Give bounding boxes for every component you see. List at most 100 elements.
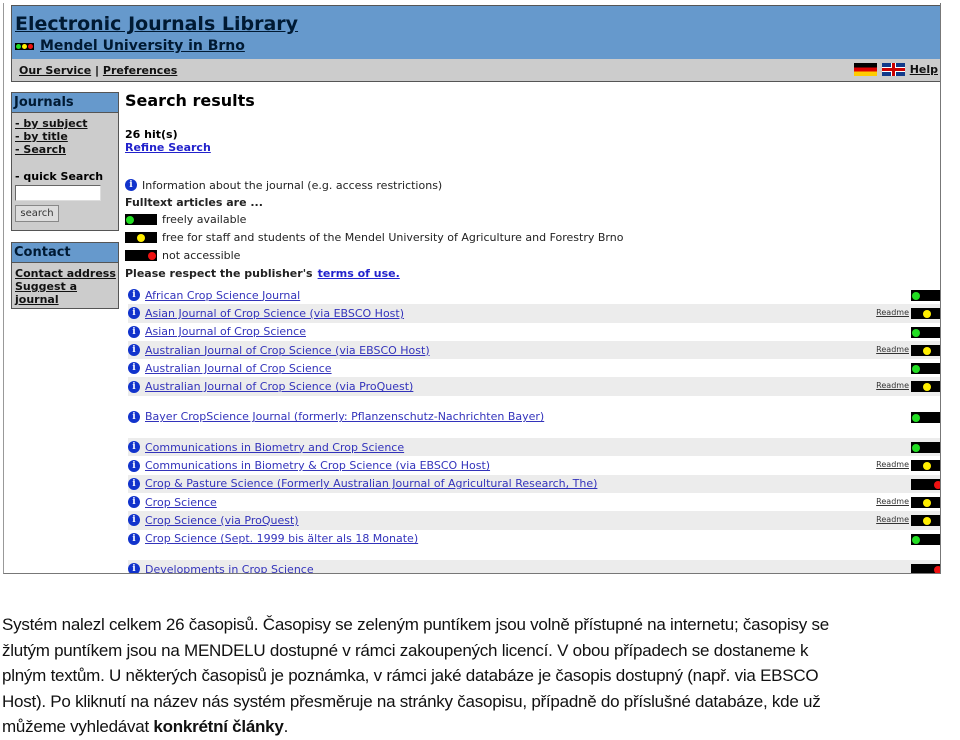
contact-title: Contact	[12, 243, 118, 263]
legend-yellow-label: free for staff and students of the Mende…	[162, 230, 624, 244]
green-light-icon	[125, 213, 157, 225]
info-icon[interactable]: i	[128, 563, 140, 573]
contact-box: Contact Contact address Suggest a journa…	[11, 242, 119, 309]
info-icon[interactable]: i	[128, 380, 140, 393]
red-light-icon	[911, 563, 940, 573]
terms-of-use-link[interactable]: terms of use.	[318, 267, 400, 280]
readme-link[interactable]: Readme	[876, 515, 909, 524]
by-subject-link[interactable]: - by subject	[12, 117, 118, 130]
info-icon[interactable]: i	[128, 477, 140, 490]
readme-link[interactable]: Readme	[876, 381, 909, 390]
info-icon[interactable]: i	[128, 362, 140, 375]
info-icon[interactable]: i	[128, 496, 140, 509]
result-row: i Crop Science Readme	[128, 493, 940, 511]
journal-link[interactable]: Crop & Pasture Science (Formerly Austral…	[145, 477, 597, 490]
result-row: i Asian Journal of Crop Science (via EBSC…	[128, 304, 940, 323]
journal-link[interactable]: Bayer CropScience Journal (formerly: Pfl…	[145, 410, 544, 423]
journal-link[interactable]: Asian Journal of Crop Science (via EBSCO…	[145, 307, 404, 320]
journal-link[interactable]: Crop Science (via ProQuest)	[145, 514, 299, 527]
by-title-link[interactable]: - by title	[12, 130, 118, 143]
readme-link[interactable]: Readme	[876, 497, 909, 506]
contact-address-link[interactable]: Contact address	[12, 267, 118, 280]
red-light-icon	[911, 478, 940, 490]
journal-link[interactable]: Crop Science	[145, 496, 217, 509]
page-title: Search results	[125, 91, 255, 110]
institution-name[interactable]: Mendel University in Brno	[40, 38, 245, 54]
german-flag-icon[interactable]	[853, 63, 877, 76]
journal-link[interactable]: Australian Journal of Crop Science	[145, 362, 332, 375]
journal-link[interactable]: African Crop Science Journal	[145, 289, 300, 302]
caption-text: .	[283, 717, 289, 737]
journals-title: Journals	[12, 93, 118, 113]
result-row: i Australian Journal of Crop Science (via…	[128, 340, 940, 360]
green-light-icon	[911, 290, 940, 301]
info-icon[interactable]: i	[128, 459, 140, 472]
green-light-icon	[911, 533, 940, 545]
suggest-journal-link[interactable]: Suggest a journal	[12, 280, 118, 306]
search-link[interactable]: - Search	[12, 143, 118, 156]
results-list: i African Crop Science Journal i Asian Jour…	[128, 286, 940, 574]
quick-search-input[interactable]	[15, 185, 101, 201]
readme-link[interactable]: Readme	[876, 308, 909, 317]
journal-link[interactable]: Communications in Biometry & Crop Scienc…	[145, 459, 490, 472]
result-row: i Australian Journal of Crop Science (via…	[128, 377, 940, 396]
result-row: i Crop & Pasture Science (Formerly Austra…	[128, 474, 940, 493]
journal-link[interactable]: Asian Journal of Crop Science	[145, 325, 306, 338]
info-icon[interactable]: i	[128, 307, 140, 320]
info-icon[interactable]: i	[128, 344, 140, 357]
refine-search-link[interactable]: Refine Search	[125, 141, 211, 154]
hit-count: 26 hit(s)	[125, 128, 178, 141]
info-icon[interactable]: i	[128, 289, 140, 302]
caption-line: Host). Po kliknutí na název nás systém p…	[2, 691, 821, 711]
our-service-link[interactable]: Our Service	[19, 64, 91, 77]
caption-line: Systém nalezl celkem 26 časopisů. Časopi…	[2, 615, 829, 634]
help-link[interactable]: Help	[910, 63, 938, 76]
readme-link[interactable]: Readme	[876, 460, 909, 469]
green-light-icon	[911, 442, 940, 454]
preferences-link[interactable]: Preferences	[103, 64, 177, 77]
caption-line: žlutým puntíkem jsou na MENDELU dostupné…	[2, 640, 809, 660]
search-button[interactable]: search	[15, 205, 59, 222]
header: Electronic Journals Library Mendel Unive…	[11, 5, 940, 60]
journal-link[interactable]: Developments in Crop Science	[145, 563, 314, 574]
nav-separator: |	[95, 64, 100, 77]
journal-link[interactable]: Australian Journal of Crop Science (via …	[145, 380, 413, 393]
site-title[interactable]: Electronic Journals Library	[15, 13, 298, 35]
info-explanation: Information about the journal (e.g. acce…	[142, 178, 443, 192]
info-icon[interactable]: i	[128, 410, 140, 423]
journal-link[interactable]: Australian Journal of Crop Science (via …	[145, 344, 430, 357]
result-row: i Australian Journal of Crop Science	[128, 359, 940, 377]
legend-green-label: freely available	[162, 212, 247, 226]
info-icon[interactable]: i	[128, 514, 140, 527]
nav-bar: Our Service | Preferences Help	[11, 59, 940, 82]
readme-link[interactable]: Readme	[876, 345, 909, 354]
result-row: i Crop Science (Sept. 1999 bis älter als …	[128, 530, 940, 548]
caption-line: můžeme vyhledávat konkrétní články.	[2, 714, 960, 740]
result-row: i Communications in Biometry & Crop Scien…	[128, 456, 940, 474]
caption-bold: konkrétní články	[153, 717, 284, 737]
legend: i Information about the journal (e.g. acc…	[125, 176, 940, 282]
uk-flag-icon[interactable]	[881, 63, 905, 76]
result-row: i Communications in Biometry and Crop Sci…	[128, 438, 940, 457]
yellow-light-icon	[911, 308, 940, 320]
journal-link[interactable]: Crop Science (Sept. 1999 bis älter als 1…	[145, 532, 418, 545]
journal-link[interactable]: Communications in Biometry and Crop Scie…	[145, 441, 404, 454]
result-row: i Developments in Crop Science	[128, 559, 940, 574]
yellow-light-icon	[911, 460, 940, 472]
result-row: i Crop Science (via ProQuest) Readme	[128, 511, 940, 530]
info-icon: i	[125, 179, 137, 191]
yellow-light-icon	[911, 344, 940, 356]
caption-text: můžeme vyhledávat	[2, 717, 154, 737]
result-row: i Asian Journal of Crop Science	[128, 323, 940, 341]
info-icon[interactable]: i	[128, 325, 140, 338]
respect-text: Please respect the publisher's	[125, 266, 313, 280]
yellow-light-icon	[911, 496, 940, 508]
info-icon[interactable]: i	[128, 441, 140, 454]
legend-red-label: not accessible	[162, 248, 241, 262]
green-light-icon	[911, 363, 940, 375]
yellow-light-icon	[125, 231, 157, 243]
result-row: i African Crop Science Journal	[128, 286, 940, 304]
info-icon[interactable]: i	[128, 532, 140, 545]
